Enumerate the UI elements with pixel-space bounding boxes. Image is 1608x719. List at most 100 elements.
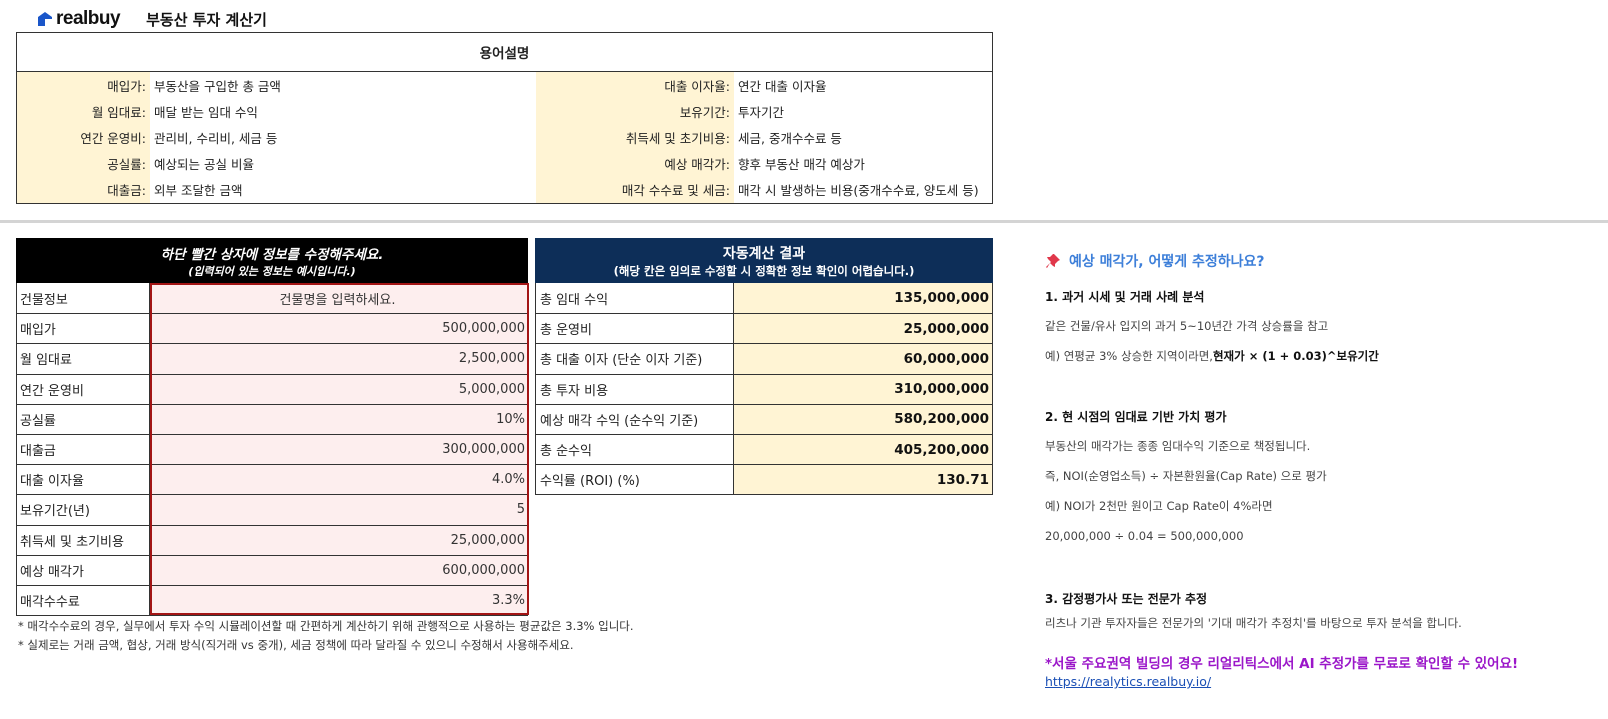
guide-line: 같은 건물/유사 입지의 과거 5~10년간 가격 상승률을 참고 <box>1045 319 1329 333</box>
input-label: 연간 운영비 <box>17 374 150 404</box>
glossary-title: 용어설명 <box>17 33 992 72</box>
input-row-operating-cost: 연간 운영비 5,000,000 <box>17 373 528 404</box>
total-loan-interest-value[interactable]: 60,000,000 <box>734 344 992 374</box>
input-label: 월 임대료 <box>17 344 150 374</box>
guide-section-1: 1. 과거 시세 및 거래 사례 분석 같은 건물/유사 입지의 과거 5~10… <box>1045 286 1605 366</box>
footnote-1: * 매각수수료의 경우, 실무에서 투자 수익 시뮬레이션할 때 간편하게 계산… <box>18 619 634 633</box>
guide-line: 즉, NOI(순영업소득) ÷ 자본환원율(Cap Rate) 으로 평가 <box>1045 469 1327 483</box>
input-header-title: 하단 빨간 상자에 정보를 수정해주세요. <box>160 246 384 263</box>
glossary-row: 보유기간: 투자기간 <box>536 98 992 125</box>
sale-fee-input[interactable]: 3.3% <box>150 585 528 616</box>
input-row-monthly-rent: 월 임대료 2,500,000 <box>17 343 528 374</box>
total-investment-value[interactable]: 310,000,000 <box>734 374 992 404</box>
building-name-input[interactable]: 건물명을 입력하세요. <box>150 283 528 314</box>
result-row: 총 대출 이자 (단순 이자 기준) 60,000,000 <box>536 343 992 374</box>
guide-title: 예상 매각가, 어떻게 추정하나요? <box>1045 250 1585 272</box>
input-row-sale-fee: 매각수수료 3.3% <box>17 584 528 616</box>
input-row-interest: 대출 이자율 4.0% <box>17 464 528 495</box>
expected-sale-income-value[interactable]: 580,200,000 <box>734 404 992 434</box>
roi-value[interactable]: 130.71 <box>734 465 992 495</box>
glossary-left-column: 매입가: 부동산을 구입한 총 금액 월 임대료: 매달 받는 임대 수익 연간 운… <box>17 72 536 203</box>
realytics-link[interactable]: https://realytics.realbuy.io/ <box>1045 674 1211 689</box>
guide-line: 20,000,000 ÷ 0.04 = 500,000,000 <box>1045 529 1244 543</box>
result-row: 총 임대 수익 135,000,000 <box>536 283 992 314</box>
glossary-row: 취득세 및 초기비용: 세금, 중개수수료 등 <box>536 124 992 151</box>
glossary-term: 대출금: <box>17 176 150 203</box>
glossary-desc: 예상되는 공실 비율 <box>154 157 254 173</box>
input-label: 예상 매각가 <box>17 555 150 585</box>
guide-section-heading: 3. 감정평가사 또는 전문가 추정 <box>1045 591 1208 606</box>
guide-line: 예) 연평균 3% 상승한 지역이라면, 현재가 × (1 + 0.03)^보유… <box>1045 346 1605 366</box>
glossary-box: 용어설명 매입가: 부동산을 구입한 총 금액 월 임대료: 매달 받는 임대 수익… <box>16 32 993 204</box>
glossary-desc: 매각 시 발생하는 비용(중개수수료, 양도세 등) <box>738 183 979 199</box>
result-label: 예상 매각 수익 (순수익 기준) <box>536 404 734 434</box>
total-operating-cost-value[interactable]: 25,000,000 <box>734 314 992 344</box>
glossary-row: 공실률: 예상되는 공실 비율 <box>17 150 536 177</box>
input-label: 매입가 <box>17 314 150 344</box>
glossary-term: 대출 이자율: <box>536 72 734 99</box>
result-row: 수익률 (ROI) (%) 130.71 <box>536 464 992 495</box>
glossary-row: 월 임대료: 매달 받는 임대 수익 <box>17 98 536 125</box>
input-header-subtitle: (입력되어 있는 정보는 예시입니다.) <box>188 264 356 278</box>
glossary-desc: 외부 조달한 금액 <box>154 183 243 199</box>
input-label: 대출금 <box>17 434 150 465</box>
result-label: 총 임대 수익 <box>536 283 734 314</box>
result-label: 수익률 (ROI) (%) <box>536 465 734 495</box>
input-row-holding-period: 보유기간(년) 5 <box>17 494 528 525</box>
guide-section-3: 3. 감정평가사 또는 전문가 추정 리츠나 기관 투자자들은 전문가의 '기대… <box>1045 588 1605 633</box>
glossary-row: 대출금: 외부 조달한 금액 <box>17 176 536 203</box>
input-label: 건물정보 <box>17 283 150 314</box>
footnotes: * 매각수수료의 경우, 실무에서 투자 수익 시뮬레이션할 때 간편하게 계산… <box>18 617 634 655</box>
logo-text: realbuy <box>56 8 121 29</box>
glossary-right-column: 대출 이자율: 연간 대출 이자율 보유기간: 투자기간 취득세 및 초기비용: 세금… <box>536 72 992 203</box>
glossary-term: 매입가: <box>17 72 150 99</box>
realbuy-logo[interactable]: realbuy <box>36 8 121 30</box>
expected-sale-price-input[interactable]: 600,000,000 <box>150 555 528 585</box>
acquisition-cost-input[interactable]: 25,000,000 <box>150 525 528 555</box>
input-row-expected-sale: 예상 매각가 600,000,000 <box>17 554 528 585</box>
input-label: 매각수수료 <box>17 585 150 616</box>
loan-amount-input[interactable]: 300,000,000 <box>150 434 528 465</box>
realbuy-logo-icon <box>38 12 52 26</box>
glossary-term: 예상 매각가: <box>536 150 734 177</box>
result-row: 총 순수익 405,200,000 <box>536 433 992 465</box>
glossary-row: 매각 수수료 및 세금: 매각 시 발생하는 비용(중개수수료, 양도세 등) <box>536 176 992 203</box>
result-label: 총 운영비 <box>536 314 734 344</box>
formula-text: 현재가 × (1 + 0.03)^보유기간 <box>1212 349 1379 363</box>
result-row: 예상 매각 수익 (순수익 기준) 580,200,000 <box>536 403 992 434</box>
guide-section-heading: 2. 현 시점의 임대료 기반 가치 평가 <box>1045 409 1227 424</box>
sale-price-guide: 예상 매각가, 어떻게 추정하나요? 1. 과거 시세 및 거래 사례 분석 같… <box>1045 250 1585 689</box>
monthly-rent-input[interactable]: 2,500,000 <box>150 344 528 374</box>
purchase-price-input[interactable]: 500,000,000 <box>150 314 528 344</box>
input-row-purchase-price: 매입가 500,000,000 <box>17 313 528 344</box>
vacancy-rate-input[interactable]: 10% <box>150 404 528 434</box>
glossary-desc: 투자기간 <box>738 104 785 120</box>
guide-line: 예) NOI가 2천만 원이고 Cap Rate이 4%라면 <box>1045 499 1273 513</box>
input-table-header: 하단 빨간 상자에 정보를 수정해주세요. (입력되어 있는 정보는 예시입니다… <box>16 238 528 283</box>
operating-cost-input[interactable]: 5,000,000 <box>150 374 528 404</box>
glossary-desc: 연간 대출 이자율 <box>738 78 827 94</box>
promo-text: *서울 주요권역 빌딩의 경우 리얼리틱스에서 AI 추정가를 무료로 확인할 … <box>1045 656 1519 672</box>
input-row-vacancy: 공실률 10% <box>17 403 528 434</box>
input-row-acquisition-cost: 취득세 및 초기비용 25,000,000 <box>17 524 528 555</box>
input-row-loan: 대출금 300,000,000 <box>17 433 528 465</box>
result-row: 총 투자 비용 310,000,000 <box>536 373 992 404</box>
total-net-profit-value[interactable]: 405,200,000 <box>734 434 992 465</box>
input-table: 하단 빨간 상자에 정보를 수정해주세요. (입력되어 있는 정보는 예시입니다… <box>16 238 529 617</box>
glossary-term: 보유기간: <box>536 98 734 125</box>
total-rent-income-value[interactable]: 135,000,000 <box>734 283 992 314</box>
pushpin-icon <box>1046 254 1060 268</box>
section-divider <box>0 220 1608 223</box>
result-header-title: 자동계산 결과 <box>722 245 806 262</box>
input-label: 취득세 및 초기비용 <box>17 525 150 555</box>
glossary-row: 예상 매각가: 향후 부동산 매각 예상가 <box>536 150 992 177</box>
input-row-building: 건물정보 건물명을 입력하세요. <box>17 283 528 314</box>
interest-rate-input[interactable]: 4.0% <box>150 465 528 495</box>
glossary-term: 연간 운영비: <box>17 124 150 151</box>
guide-line-text: 예) 연평균 3% 상승한 지역이라면, <box>1045 349 1213 363</box>
result-label: 총 투자 비용 <box>536 374 734 404</box>
glossary-desc: 세금, 중개수수료 등 <box>738 130 842 146</box>
guide-title-text: 예상 매각가, 어떻게 추정하나요? <box>1069 254 1265 270</box>
holding-period-input[interactable]: 5 <box>150 495 528 525</box>
result-label: 총 순수익 <box>536 434 734 465</box>
